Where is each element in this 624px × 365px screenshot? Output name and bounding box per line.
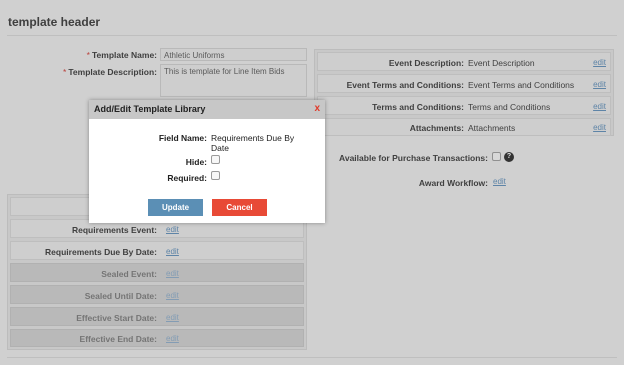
- hide-label: Hide:: [185, 157, 207, 167]
- add-edit-template-library-dialog: Add/Edit Template Library x Field Name: …: [89, 100, 325, 223]
- cancel-button[interactable]: Cancel: [212, 199, 267, 216]
- required-checkbox[interactable]: [211, 171, 220, 180]
- hide-checkbox[interactable]: [211, 155, 220, 164]
- update-button[interactable]: Update: [148, 199, 203, 216]
- field-name-value: Requirements Due By Date: [211, 133, 295, 153]
- field-name-label: Field Name:: [158, 133, 207, 143]
- dialog-title: Add/Edit Template Library: [94, 104, 206, 114]
- dialog-header: Add/Edit Template Library x: [89, 100, 325, 119]
- required-label: Required:: [167, 173, 207, 183]
- close-icon[interactable]: x: [314, 103, 320, 114]
